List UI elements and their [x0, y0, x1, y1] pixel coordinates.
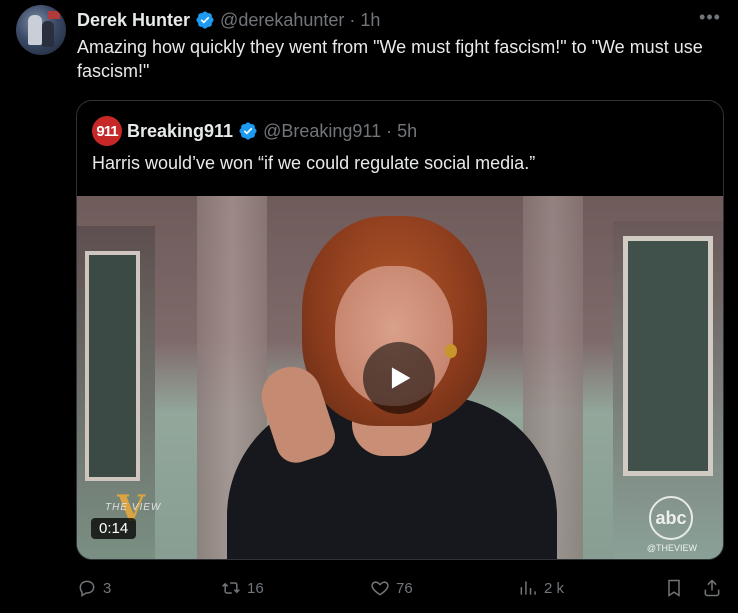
author-avatar[interactable]: [16, 5, 66, 55]
heart-icon: [371, 581, 389, 596]
bookmark-button[interactable]: [664, 574, 684, 602]
verified-badge-icon[interactable]: [195, 10, 215, 30]
network-logo: abc: [649, 496, 693, 540]
repost-button[interactable]: 16: [221, 574, 264, 602]
author-name[interactable]: Derek Hunter: [77, 10, 190, 31]
video-player[interactable]: V THE VIEW abc @THEVIEW 0:14: [77, 196, 723, 559]
play-icon: [391, 367, 411, 389]
action-bar: 3 16 76 2 k: [0, 574, 738, 602]
share-icon: [704, 579, 720, 597]
quoted-author-handle[interactable]: @Breaking911: [263, 121, 381, 142]
quoted-header: 911 Breaking911 @Breaking911 · 5h: [92, 116, 417, 146]
avatar-flag: [48, 11, 60, 19]
more-icon[interactable]: •••: [698, 8, 722, 32]
separator-dot: ·: [386, 120, 393, 141]
quoted-time[interactable]: 5h: [397, 121, 417, 142]
verified-badge-icon[interactable]: [238, 121, 258, 141]
tweet-time[interactable]: 1h: [360, 10, 380, 31]
views-count: 2 k: [544, 579, 565, 597]
quoted-avatar[interactable]: 911: [92, 116, 122, 146]
quoted-author-name[interactable]: Breaking911: [127, 121, 233, 142]
background-window: [623, 236, 713, 476]
show-logo: THE VIEW: [105, 502, 162, 513]
bookmark-icon: [668, 579, 680, 597]
avatar-figure: [42, 21, 54, 47]
repost-count: 16: [247, 579, 264, 597]
author-handle[interactable]: @derekahunter: [220, 10, 344, 31]
like-count: 76: [396, 579, 413, 597]
avatar-figure: [28, 15, 42, 45]
video-duration: 0:14: [91, 518, 137, 539]
background-window: [85, 251, 140, 481]
repost-icon: [222, 582, 240, 594]
reply-button[interactable]: 3: [77, 574, 111, 602]
reply-count: 3: [103, 579, 112, 597]
reply-icon: [79, 580, 95, 597]
quoted-tweet[interactable]: 911 Breaking911 @Breaking911 · 5h Harris…: [76, 100, 724, 560]
share-button[interactable]: [702, 574, 722, 602]
separator-dot: ·: [349, 9, 356, 30]
views-button[interactable]: 2 k: [518, 574, 564, 602]
earring: [445, 344, 457, 358]
play-button[interactable]: [363, 342, 435, 414]
views-icon: [520, 581, 536, 595]
network-handle: @THEVIEW: [646, 543, 697, 553]
quoted-text: Harris would’ve won “if we could regulat…: [92, 153, 536, 173]
tweet-header: Derek Hunter @derekahunter · 1h: [77, 9, 380, 31]
tweet-text: Amazing how quickly they went from "We m…: [77, 37, 703, 81]
like-button[interactable]: 76: [370, 574, 413, 602]
